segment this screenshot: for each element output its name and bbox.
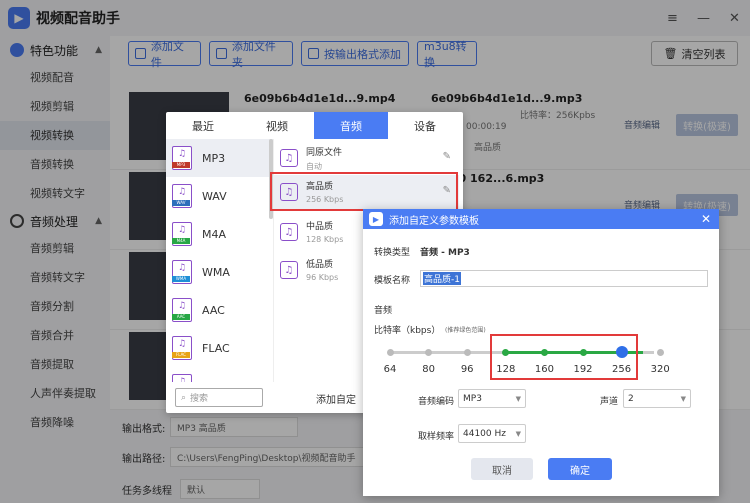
- audio-file-icon: ♫ AAC: [172, 298, 192, 322]
- encoder-select[interactable]: MP3 ▼: [458, 389, 526, 408]
- format-name: AC3: [202, 380, 224, 383]
- format-tag: WMA: [172, 276, 190, 282]
- bitrate-tick-label: 96: [460, 364, 474, 375]
- edit-icon[interactable]: ✎: [443, 151, 451, 162]
- format-list: ♫ MP3 MP3 ♫ WAV WAV ♫ M4A M4A ♫ WMA WMA ♫ AAC AAC ♫ FLAC…: [166, 139, 273, 382]
- audio-file-icon: ♫ WAV: [172, 184, 192, 208]
- music-note-icon: ♫: [280, 261, 298, 279]
- dialog-title: 添加自定义参数模板: [389, 215, 479, 227]
- bitrate-tick-label: 80: [422, 364, 435, 375]
- format-tag: AAC: [172, 314, 190, 320]
- audio-file-icon: ♫ M4A: [172, 222, 192, 246]
- convert-type-value: 音频 - MP3: [420, 248, 470, 258]
- format-item[interactable]: ♫AC3 AC3: [166, 367, 273, 382]
- chevron-down-icon: ▼: [515, 429, 521, 438]
- tab-video[interactable]: 视频: [240, 112, 314, 139]
- template-name-value: 高品质-1: [423, 272, 461, 285]
- music-note-icon: ♫: [178, 149, 187, 159]
- format-tag: FLAC: [172, 352, 190, 358]
- search-placeholder: 搜索: [190, 394, 209, 404]
- music-note-icon: ♫: [178, 225, 187, 235]
- format-name: MP3: [202, 151, 226, 165]
- format-name: M4A: [202, 227, 227, 241]
- channel-value: 2: [628, 393, 634, 404]
- highlight-box: [490, 334, 638, 380]
- format-name: FLAC: [202, 341, 230, 355]
- format-item[interactable]: ♫ AAC AAC: [166, 291, 273, 329]
- close-icon[interactable]: ✕: [701, 212, 711, 226]
- format-item[interactable]: ♫ M4A M4A: [166, 215, 273, 253]
- music-note-icon: ♫: [280, 149, 298, 167]
- channel-select[interactable]: 2 ▼: [623, 389, 691, 408]
- music-note-icon: ♫: [178, 301, 187, 311]
- format-name: WMA: [202, 265, 230, 279]
- slider-step[interactable]: [425, 349, 433, 356]
- quality-name: 低品质: [306, 260, 334, 270]
- template-name-input[interactable]: 高品质-1: [420, 270, 708, 287]
- ok-button[interactable]: 确定: [548, 458, 612, 480]
- app-logo-icon: ▶: [369, 212, 383, 226]
- slider-step[interactable]: [386, 349, 394, 356]
- audio-file-icon: ♫AC3: [172, 374, 192, 382]
- slider-step[interactable]: [656, 349, 664, 356]
- dialog-header: ▶ 添加自定义参数模板 ✕: [363, 209, 719, 229]
- audio-section-label: 音频: [374, 306, 393, 316]
- music-note-icon: ♫: [178, 187, 187, 197]
- format-item[interactable]: ♫ MP3 MP3: [166, 139, 273, 177]
- encoder-label: 音频编码: [418, 397, 455, 407]
- cancel-button[interactable]: 取消: [471, 458, 533, 480]
- bitrate-hint: (推荐绿色范围): [445, 327, 486, 334]
- channel-label: 声道: [600, 397, 619, 407]
- slider-step[interactable]: [463, 349, 471, 356]
- format-tag: WAV: [172, 200, 190, 206]
- music-note-icon: ♫: [178, 339, 187, 349]
- chevron-down-icon: ▼: [680, 394, 686, 403]
- format-tag: M4A: [172, 238, 190, 244]
- audio-file-icon: ♫ FLAC: [172, 336, 192, 360]
- format-tag: MP3: [172, 162, 190, 168]
- format-tabs: 最近 视频 音频 设备: [166, 112, 463, 139]
- quality-sub: 自动: [306, 162, 322, 171]
- encoder-value: MP3: [463, 393, 482, 404]
- samplerate-select[interactable]: 44100 Hz ▼: [458, 424, 526, 443]
- convert-type-label: 转换类型: [374, 248, 411, 258]
- samplerate-value: 44100 Hz: [463, 428, 506, 439]
- quality-sub: 96 Kbps: [306, 273, 339, 282]
- music-note-icon: ♫: [178, 263, 187, 273]
- quality-sub: 128 Kbps: [306, 235, 344, 244]
- audio-file-icon: ♫ MP3: [172, 146, 192, 170]
- format-item[interactable]: ♫ WMA WMA: [166, 253, 273, 291]
- quality-name: 同原文件: [306, 148, 343, 158]
- bitrate-label: 比特率（kbps）: [374, 326, 441, 336]
- music-note-icon: ♫: [280, 223, 298, 241]
- samplerate-label: 取样频率: [418, 432, 455, 442]
- format-item[interactable]: ♫ WAV WAV: [166, 177, 273, 215]
- audio-file-icon: ♫ WMA: [172, 260, 192, 284]
- tab-recent[interactable]: 最近: [166, 112, 240, 139]
- tab-device[interactable]: 设备: [388, 112, 462, 139]
- format-name: WAV: [202, 189, 227, 203]
- tab-audio[interactable]: 音频: [314, 112, 388, 139]
- bitrate-tick-label: 320: [650, 364, 670, 375]
- format-name: AAC: [202, 303, 225, 317]
- music-note-icon: ♫: [178, 377, 187, 382]
- highlight-box: [270, 172, 458, 211]
- chevron-down-icon: ▼: [515, 394, 521, 403]
- bitrate-tick-label: 64: [383, 364, 397, 375]
- template-name-label: 模板名称: [374, 276, 411, 286]
- format-item[interactable]: ♫ FLAC FLAC: [166, 329, 273, 367]
- quality-name: 中品质: [306, 222, 334, 232]
- format-search-input[interactable]: ⌕ 搜索: [175, 388, 263, 407]
- search-icon: ⌕: [181, 392, 187, 403]
